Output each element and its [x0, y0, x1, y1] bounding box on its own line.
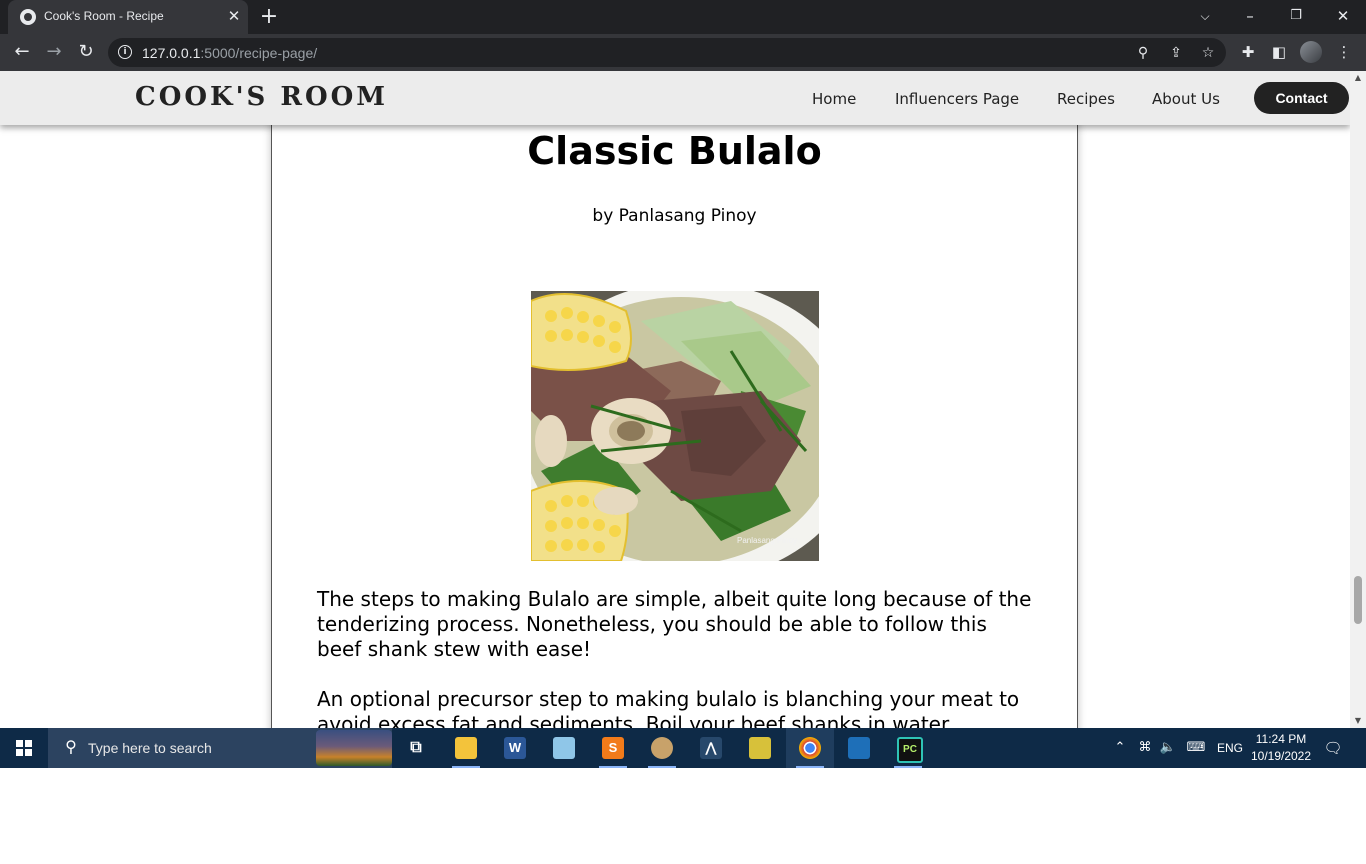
input-language[interactable]: ENG: [1212, 738, 1248, 758]
recipe-author: by Panlasang Pinoy: [592, 206, 757, 226]
paint-palette-icon: [651, 737, 673, 759]
nav-about-link[interactable]: About Us: [1152, 90, 1220, 108]
address-bar[interactable]: i 127.0.0.1:5000/recipe-page/ ⚲ ⇪ ☆: [108, 38, 1226, 67]
new-tab-button[interactable]: +: [258, 6, 280, 28]
pycharm-icon: PC: [897, 737, 923, 763]
python-idle-icon: [749, 737, 771, 759]
file-explorer-app[interactable]: [442, 728, 490, 768]
volume-icon[interactable]: 🔈: [1158, 738, 1178, 758]
recipe-photo: Panlasang Pinoy: [531, 291, 819, 561]
bulalo-soup-image: [531, 291, 819, 561]
start-button[interactable]: [0, 728, 48, 768]
task-view-button[interactable]: ⧉: [392, 728, 440, 768]
windows-logo-icon: [16, 740, 32, 756]
site-header: COOK'S ROOM Home Influencers Page Recipe…: [0, 71, 1350, 125]
side-panel-icon[interactable]: ◧: [1267, 40, 1291, 64]
task-view-icon: ⧉: [410, 739, 422, 756]
paint-app[interactable]: [638, 728, 686, 768]
search-placeholder: Type here to search: [88, 740, 212, 756]
recipe-instructions: The steps to making Bulalo are simple, a…: [317, 587, 1032, 728]
site-info-icon[interactable]: i: [118, 45, 132, 59]
image-watermark: Panlasang Pinoy: [737, 536, 798, 545]
recipe-paragraph: An optional precursor step to making bul…: [317, 687, 1020, 728]
browser-tab[interactable]: Cook's Room - Recipe ✕: [8, 0, 248, 34]
search-icon: ⚲: [65, 737, 77, 756]
url-text[interactable]: 127.0.0.1:5000/recipe-page/: [142, 45, 317, 61]
close-window-button[interactable]: ✕: [1331, 4, 1355, 28]
globe-icon: [20, 9, 36, 25]
browser-toolbar: ← → ↻ i 127.0.0.1:5000/recipe-page/ ⚲ ⇪ …: [0, 34, 1366, 71]
pycharm-app[interactable]: PC: [884, 728, 932, 768]
zoom-icon[interactable]: ⚲: [1132, 42, 1154, 64]
clock-date: 10/19/2022: [1250, 749, 1312, 763]
mysql-workbench-icon: ⋀: [700, 737, 722, 759]
taskbar-clock[interactable]: 11:24 PM 10/19/2022: [1246, 731, 1316, 765]
recipe-card: Classic Bulalo by Panlasang Pinoy Panlas…: [271, 85, 1078, 728]
nav-home-link[interactable]: Home: [812, 90, 856, 108]
recipe-title: Classic Bulalo: [527, 129, 822, 173]
sublime-text-app[interactable]: S: [589, 728, 637, 768]
virtualbox-app[interactable]: [835, 728, 883, 768]
profile-avatar[interactable]: [1300, 41, 1322, 63]
page-viewport: Classic Bulalo by Panlasang Pinoy Panlas…: [0, 71, 1350, 728]
scroll-down-arrow-icon[interactable]: ▼: [1350, 714, 1366, 728]
search-highlight-art-icon[interactable]: [316, 730, 392, 766]
restore-button[interactable]: ❐: [1284, 4, 1308, 28]
extensions-puzzle-icon[interactable]: ✚: [1236, 40, 1260, 64]
sublime-text-icon: S: [602, 737, 624, 759]
meet-now-icon[interactable]: ⌘: [1136, 738, 1154, 758]
contact-button[interactable]: Contact: [1254, 82, 1349, 114]
word-icon: W: [504, 737, 526, 759]
chrome-app[interactable]: [786, 728, 834, 768]
taskbar-search-box[interactable]: ⚲ Type here to search: [48, 728, 392, 768]
close-tab-icon[interactable]: ✕: [226, 8, 242, 24]
forward-icon[interactable]: →: [42, 40, 66, 64]
nav-recipes-link[interactable]: Recipes: [1057, 90, 1115, 108]
browser-menu-icon[interactable]: ⋮: [1332, 40, 1356, 64]
share-icon[interactable]: ⇪: [1165, 42, 1187, 64]
mysql-workbench-app[interactable]: ⋀: [687, 728, 735, 768]
tab-title: Cook's Room - Recipe: [44, 9, 164, 23]
reload-icon[interactable]: ↻: [74, 40, 98, 64]
back-icon[interactable]: ←: [10, 40, 34, 64]
notepad-app[interactable]: [540, 728, 588, 768]
windows-taskbar: ⚲ Type here to search ⧉ W S ⋀ PC ⌃ ⌘ 🔈 ⌨…: [0, 728, 1366, 768]
python-idle-app[interactable]: [736, 728, 784, 768]
scrollbar-thumb[interactable]: [1354, 576, 1362, 624]
bookmark-star-icon[interactable]: ☆: [1197, 42, 1219, 64]
notepad-icon: [553, 737, 575, 759]
keyboard-icon[interactable]: ⌨: [1184, 738, 1208, 758]
chrome-icon: [799, 737, 821, 759]
virtualbox-icon: [848, 737, 870, 759]
nav-influencers-link[interactable]: Influencers Page: [895, 90, 1019, 108]
folder-icon: [455, 737, 477, 759]
site-brand-logo[interactable]: COOK'S ROOM: [135, 82, 388, 112]
screen-margin: [0, 768, 1366, 864]
notifications-icon[interactable]: 🗨: [1322, 738, 1344, 758]
tab-search-chevron-icon[interactable]: ⌵: [1193, 4, 1217, 28]
page-scrollbar[interactable]: ▲ ▼: [1350, 71, 1366, 728]
show-hidden-icons-chevron-icon[interactable]: ⌃: [1112, 738, 1128, 758]
clock-time: 11:24 PM: [1255, 732, 1307, 746]
browser-tab-strip: Cook's Room - Recipe ✕ + ⌵ – ❐ ✕: [0, 0, 1366, 34]
scroll-up-arrow-icon[interactable]: ▲: [1350, 71, 1366, 85]
recipe-paragraph: The steps to making Bulalo are simple, a…: [317, 587, 1032, 661]
word-app[interactable]: W: [491, 728, 539, 768]
minimize-button[interactable]: –: [1238, 4, 1262, 28]
